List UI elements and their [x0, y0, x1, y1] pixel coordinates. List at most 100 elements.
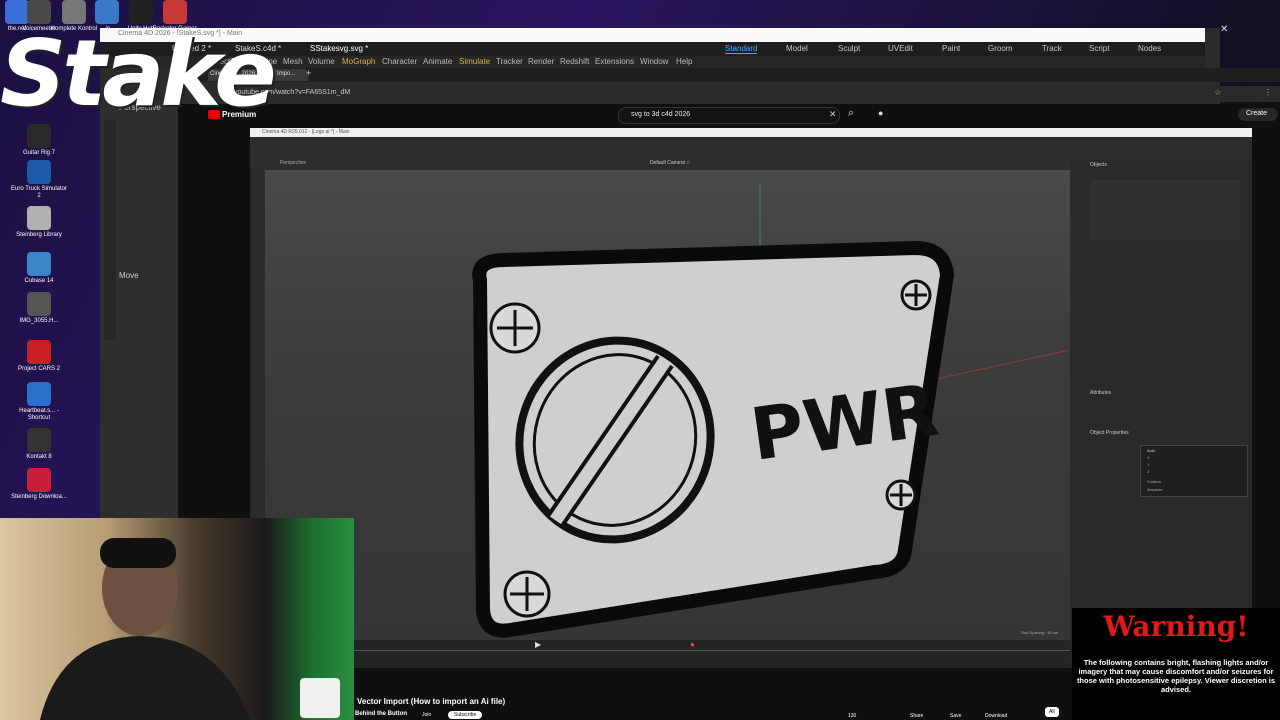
filter-chip-all[interactable]: All [1045, 707, 1059, 717]
c4d-menu-item[interactable]: Animate [423, 57, 452, 66]
timeline-ruler [265, 650, 1070, 651]
video-title: Vector Import (How to import an Ai file) [357, 697, 506, 706]
c4d-tool-palette[interactable] [104, 120, 116, 340]
search-input[interactable]: svg to 3d c4d 2026 ✕ [618, 107, 840, 124]
c4d-menu-item[interactable]: Window [640, 57, 668, 66]
warning-title: Warning! [1103, 610, 1249, 643]
c4d-mode-tab[interactable]: Track [1042, 44, 1062, 53]
desktop-icon[interactable]: Cubase 14 [10, 252, 68, 285]
clear-search-icon[interactable]: ✕ [829, 109, 837, 120]
video-c4d-right-panel: Objects Attributes Object Properties Aut… [1070, 160, 1252, 640]
search-input-value: svg to 3d c4d 2026 [631, 111, 691, 118]
object-properties-label: Object Properties [1090, 430, 1129, 436]
dropdown-option[interactable]: X [1147, 455, 1150, 460]
c4d-menu-item[interactable]: Mesh [283, 57, 303, 66]
app-icon [27, 340, 51, 364]
warning-text: The following contains bright, flashing … [1076, 658, 1276, 694]
record-icon[interactable]: ● [690, 640, 695, 649]
desktop-icon-label: Steinberg Library [16, 232, 62, 238]
c4d-mode-tab[interactable]: Paint [942, 44, 960, 53]
video-c4d-title: Cinema 4D R26.012 - [Logo ai *] - Main [262, 129, 350, 135]
subscribe-button[interactable]: Subscribe [448, 711, 483, 719]
app-icon [27, 428, 51, 452]
c4d-mode-tab[interactable]: Nodes [1138, 44, 1161, 53]
browser-address-bar: ↻ youtube.com/watch?v=FA65S1m_dM ☆ ⋮ [178, 86, 1280, 102]
desktop-icon[interactable]: Euro Truck Simulator 2 [10, 160, 68, 200]
c4d-menu-item[interactable]: Extensions [595, 57, 634, 66]
desktop-icon-label: Cubase 14 [24, 278, 54, 284]
c4d-menu-item[interactable]: MoGraph [342, 57, 375, 66]
c4d-mode-tab[interactable]: Groom [988, 44, 1012, 53]
c4d-left-panel: Perspective Move [100, 100, 178, 520]
desktop-icon[interactable]: Project CARS 2 [10, 340, 68, 373]
youtube-header: Premium svg to 3d c4d 2026 ✕ ⌕ ● Create [178, 104, 1280, 126]
move-label: Move [119, 271, 139, 280]
desktop-icon[interactable]: Heartbeat.s... - Shortcut [10, 382, 68, 422]
video-3d-viewport: PWR Grid Spacing : 50 cm [265, 170, 1070, 640]
webcam-person-silhouette [40, 538, 340, 720]
dropdown-menu[interactable]: Auto X Y Z Custom Absolute [1140, 445, 1248, 497]
create-button[interactable]: Create [1238, 108, 1278, 121]
dropdown-option[interactable]: Auto [1147, 448, 1155, 453]
dropdown-option[interactable]: Custom [1147, 479, 1161, 484]
screw-icon [900, 279, 932, 311]
c4d-mode-tab[interactable]: Model [786, 44, 808, 53]
c4d-menu-item[interactable]: Volume [308, 57, 335, 66]
desktop-icon-label: Project CARS 2 [17, 366, 60, 372]
share-button[interactable]: Share [910, 713, 923, 719]
attributes-header: Attributes [1090, 390, 1112, 396]
dropdown-option[interactable]: Y [1147, 462, 1150, 467]
stake-logo: Stake [0, 20, 277, 127]
app-icon [27, 206, 51, 230]
join-button[interactable]: Join [422, 712, 431, 718]
close-icon[interactable]: ✕ [1220, 24, 1228, 35]
like-count[interactable]: 130 [848, 713, 856, 719]
microphone-icon[interactable]: ● [878, 108, 883, 118]
browser-tab-bar: Cinema 4D 2026: Vector Impo... + [178, 68, 1280, 82]
app-icon [27, 124, 51, 148]
desktop-icon-label: Kontakt 8 [26, 454, 52, 460]
c4d-mode-tab[interactable]: Standard [725, 44, 758, 54]
menu-icon[interactable]: ⋮ [1264, 88, 1272, 97]
screw-icon [885, 479, 917, 511]
save-button[interactable]: Save [950, 713, 961, 719]
c4d-tab-active[interactable]: SStakesvg.svg * [310, 44, 368, 53]
channel-name[interactable]: Behind the Button [355, 711, 407, 717]
desktop-icon[interactable]: Steinberg Library [10, 206, 68, 239]
c4d-menu-item[interactable]: Redshift [560, 57, 589, 66]
plus-icon[interactable]: + [306, 68, 311, 78]
desktop-icon[interactable]: Steinberg Downloa... [10, 468, 68, 501]
c4d-menu-item[interactable]: Simulate [459, 57, 490, 66]
c4d-menu-item[interactable]: Help [676, 57, 692, 66]
app-icon [27, 292, 51, 316]
screw-icon [503, 570, 551, 618]
app-icon [27, 252, 51, 276]
star-icon[interactable]: ☆ [1214, 88, 1221, 97]
c4d-mode-tab[interactable]: UVEdit [888, 44, 913, 53]
camera-label: Default Camera ☆ [650, 160, 691, 166]
grid-spacing-label: Grid Spacing : 50 cm [1021, 630, 1059, 635]
desktop-icon-label: Guitar Rig 7 [22, 150, 55, 156]
desktop-icon[interactable]: Guitar Rig 7 [10, 124, 68, 157]
dropdown-option[interactable]: Z [1147, 469, 1149, 474]
c4d-menu-item[interactable]: Render [528, 57, 554, 66]
desktop-icon-label: Steinberg Downloa... [11, 494, 67, 500]
c4d-menu-item[interactable]: Tracker [496, 57, 523, 66]
objects-header: Objects [1090, 162, 1107, 168]
c4d-menu-item[interactable]: Character [382, 57, 417, 66]
video-c4d-menu [250, 137, 1252, 160]
play-icon[interactable]: ▶ [535, 640, 541, 649]
c4d-mode-tab[interactable]: Sculpt [838, 44, 860, 53]
app-icon [27, 468, 51, 492]
video-c4d-timeline: ▶ ● [265, 640, 1070, 668]
download-button[interactable]: Download [985, 713, 1007, 719]
video-c4d-toolbar: Perspective Default Camera ☆ [250, 160, 1070, 170]
create-button-label: Create [1246, 110, 1268, 117]
c4d-mode-tab[interactable]: Script [1089, 44, 1109, 53]
desktop-icon[interactable]: IMG_3055.H... [10, 292, 68, 325]
search-icon[interactable]: ⌕ [848, 107, 854, 120]
desktop-icon[interactable]: Kontakt 8 [10, 428, 68, 461]
dropdown-option[interactable]: Absolute [1147, 487, 1163, 492]
object-list[interactable] [1090, 180, 1240, 240]
video-viewport-label: Perspective [280, 160, 307, 166]
